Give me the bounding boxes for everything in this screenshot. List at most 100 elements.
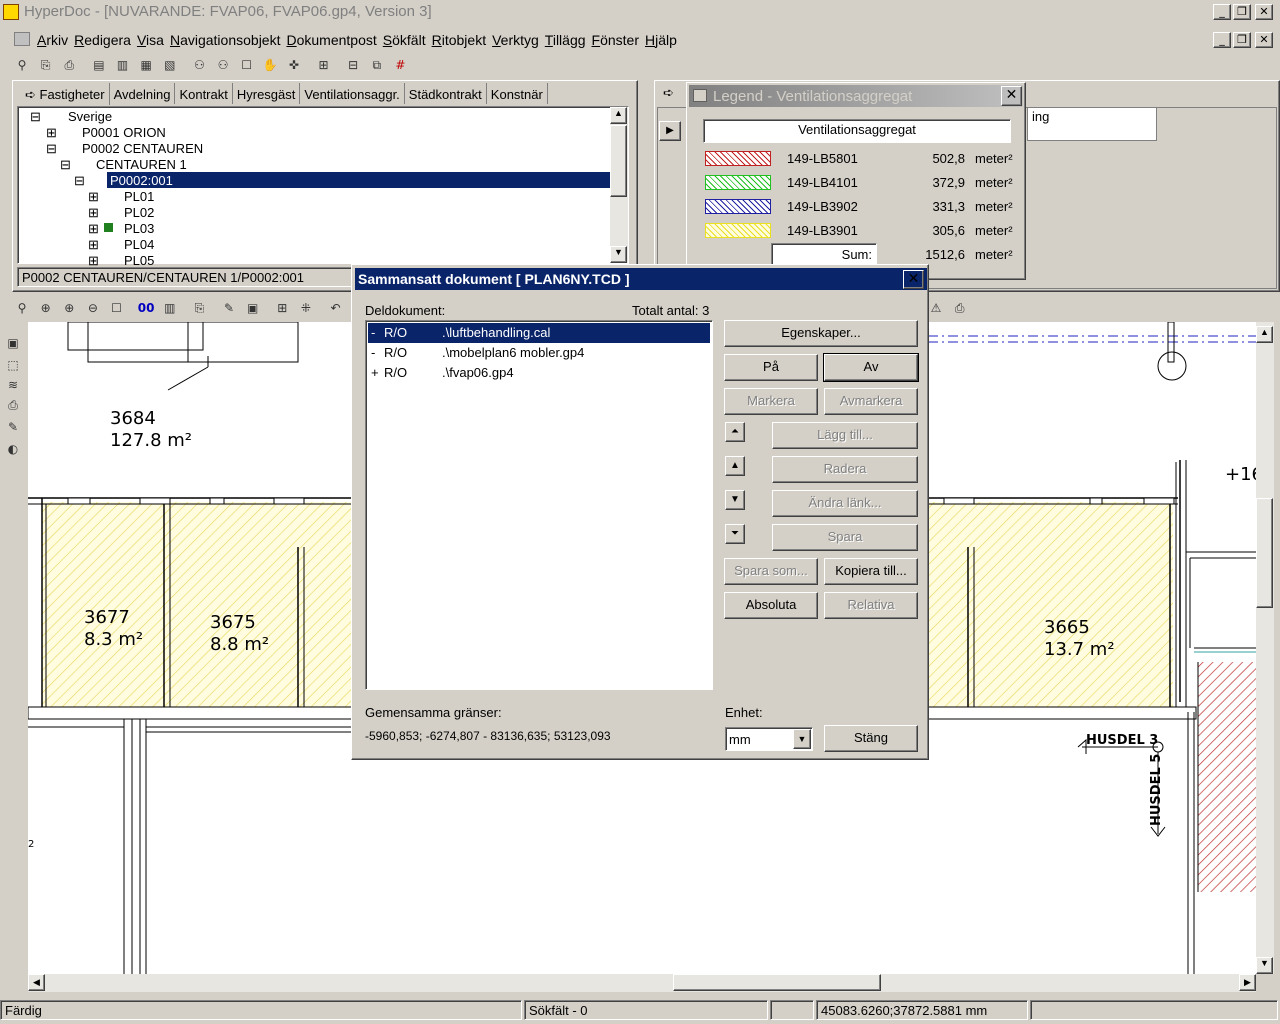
list-item[interactable]: + R/O .\fvap06.gp4 — [368, 363, 710, 383]
row-pointer-icon[interactable]: ▶ — [659, 121, 681, 141]
tree-node[interactable]: P0002 CENTAUREN — [82, 141, 203, 156]
scroll-down-icon[interactable]: ▼ — [1256, 957, 1273, 974]
close-button[interactable]: Stäng — [824, 725, 918, 752]
menu-9[interactable]: Fönster — [592, 30, 645, 48]
scroll-up-icon[interactable]: ▲ — [610, 107, 627, 124]
scroll-up-icon[interactable]: ▲ — [1256, 326, 1273, 343]
doc-icon[interactable] — [14, 32, 30, 46]
tree-expander-icon[interactable]: ⊟ — [60, 157, 71, 173]
grid-select-icon[interactable]: ⊞ — [272, 299, 292, 319]
menu-1[interactable]: Redigera — [74, 30, 137, 48]
tree-expander-icon[interactable]: ⊟ — [46, 141, 57, 157]
tree-node[interactable]: Sverige — [68, 109, 112, 124]
navigation-tree[interactable]: ⊟ Sverige ⊞ P0001 ORION ⊟ P0002 CENTAURE… — [17, 106, 629, 268]
absolute-button[interactable]: Absoluta — [724, 592, 818, 619]
tree-node[interactable]: PL01 — [124, 189, 154, 204]
scroll-down-icon[interactable]: ▼ — [610, 246, 627, 263]
zoom-in-icon[interactable]: ⊕ — [36, 299, 56, 319]
printer-icon[interactable]: ⎙ — [3, 396, 23, 416]
tree-node[interactable]: PL04 — [124, 237, 154, 252]
save-as-button[interactable]: Spara som... — [724, 558, 818, 585]
scroll-thumb[interactable] — [610, 125, 627, 197]
tab-3[interactable]: Hyresgäst — [233, 83, 301, 104]
menu-10[interactable]: Hjälp — [645, 30, 683, 48]
paste-icon[interactable]: ▤ — [89, 56, 109, 76]
change-link-button[interactable]: Ändra länk... — [772, 490, 918, 517]
zoom-100-icon[interactable]: 00 — [136, 299, 156, 319]
tab-4[interactable]: Ventilationsaggr. — [300, 83, 405, 104]
marquee-icon[interactable]: ⬚ — [3, 356, 23, 376]
tree-node[interactable]: PL02 — [124, 205, 154, 220]
restore-icon[interactable]: ❐ — [1233, 4, 1251, 20]
drawing-hscrollbar[interactable]: ◀ ▶ — [28, 974, 1256, 992]
menu-5[interactable]: Sökfält — [383, 30, 432, 48]
unit-select[interactable]: mm ▼ — [725, 727, 813, 751]
attach-icon[interactable]: ⚲ — [12, 56, 32, 76]
tree-expander-icon[interactable]: ⊞ — [88, 221, 99, 237]
save-button[interactable]: Spara — [772, 524, 918, 551]
find-next-icon[interactable]: ⚇ — [213, 56, 233, 76]
doc-minimize-icon[interactable]: _ — [1213, 32, 1231, 48]
properties-button[interactable]: Egenskaper... — [724, 320, 918, 347]
close-icon[interactable]: ✕ — [903, 270, 924, 289]
tree-node[interactable]: P0001 ORION — [82, 125, 166, 140]
delete-button[interactable]: Radera — [772, 456, 918, 483]
print-area-icon[interactable]: ⎙ — [950, 299, 970, 319]
doc-close-icon[interactable]: ✕ — [1255, 32, 1273, 48]
tree-expander-icon[interactable]: ⊞ — [46, 125, 57, 141]
tree-expander-icon[interactable]: ⊞ — [88, 237, 99, 253]
drawing-vscrollbar[interactable]: ▲ ▼ — [1256, 322, 1274, 974]
tab-5[interactable]: Städkontrakt — [405, 83, 487, 104]
tree-scrollbar[interactable]: ▲ ▼ — [610, 107, 628, 263]
edit-icon[interactable]: ✎ — [3, 418, 23, 438]
copy-drawing-icon[interactable]: ⎘ — [189, 299, 209, 319]
tree-expander-icon[interactable]: ⊞ — [88, 205, 99, 221]
menu-4[interactable]: Dokumentpost — [286, 30, 382, 48]
tree-node[interactable]: PL03 — [124, 221, 154, 236]
chevron-down-icon[interactable]: ▼ — [793, 729, 811, 749]
add-button[interactable]: Lägg till... — [772, 422, 918, 449]
grid-icon[interactable]: # — [390, 56, 410, 76]
zoom-out-icon[interactable]: ⊖ — [83, 299, 103, 319]
clipboard-icon[interactable]: ▦ — [136, 56, 156, 76]
relative-button[interactable]: Relativa — [824, 592, 918, 619]
doc-restore-icon[interactable]: ❐ — [1233, 32, 1251, 48]
move-down-icon[interactable]: ▼ — [725, 490, 745, 510]
move-top-icon[interactable]: ⏶ — [725, 422, 745, 442]
tab-6[interactable]: Konstnär — [487, 83, 548, 104]
pencil-icon[interactable]: ✎ — [219, 299, 239, 319]
link-icon[interactable]: ⊟ — [343, 56, 363, 76]
zoom-icon[interactable]: ⚲ — [12, 299, 32, 319]
snap-icon[interactable]: ⁜ — [296, 299, 316, 319]
properties-icon[interactable]: ☐ — [237, 56, 257, 76]
close-icon[interactable]: ✕ — [1255, 4, 1273, 20]
undo-icon[interactable]: ↶ — [326, 299, 346, 319]
tab-1[interactable]: Avdelning — [110, 83, 176, 104]
list-item[interactable]: - R/O .\luftbehandling.cal — [368, 323, 710, 343]
color-icon[interactable]: ▥ — [160, 299, 180, 319]
minimize-icon[interactable]: _ — [1213, 4, 1231, 20]
scroll-thumb[interactable] — [1256, 498, 1273, 608]
copy-icon[interactable]: ⎘ — [36, 56, 56, 76]
menu-3[interactable]: Navigationsobjekt — [170, 30, 287, 48]
close-icon[interactable]: ✕ — [1001, 86, 1022, 106]
scroll-right-icon[interactable]: ▶ — [1239, 974, 1256, 991]
scroll-left-icon[interactable]: ◀ — [28, 974, 45, 991]
layer-stack-icon[interactable]: ≋ — [3, 376, 23, 396]
tree-expander-icon[interactable]: ⊟ — [30, 109, 41, 125]
tab-0[interactable]: ➪ Fastigheter — [21, 83, 110, 105]
scroll-thumb[interactable] — [673, 974, 881, 991]
menu-7[interactable]: Verktyg — [492, 30, 545, 48]
menu-6[interactable]: Ritobjekt — [432, 30, 492, 48]
map-icon[interactable]: ▣ — [3, 334, 23, 354]
move-bottom-icon[interactable]: ⏷ — [725, 524, 745, 544]
tree-node[interactable]: PL05 — [124, 253, 154, 268]
hand-icon[interactable]: ✋ — [260, 56, 280, 76]
on-button[interactable]: På — [724, 354, 818, 381]
measure-area-icon[interactable]: ⚠ — [926, 299, 946, 319]
tree-node[interactable]: CENTAUREN 1 — [96, 157, 187, 172]
tree-node-selected[interactable]: P0002:001 — [110, 173, 173, 188]
tree-expander-icon[interactable]: ⊟ — [74, 173, 85, 189]
tree-expander-icon[interactable]: ⊞ — [88, 189, 99, 205]
list-item[interactable]: - R/O .\mobelplan6 mobler.gp4 — [368, 343, 710, 363]
